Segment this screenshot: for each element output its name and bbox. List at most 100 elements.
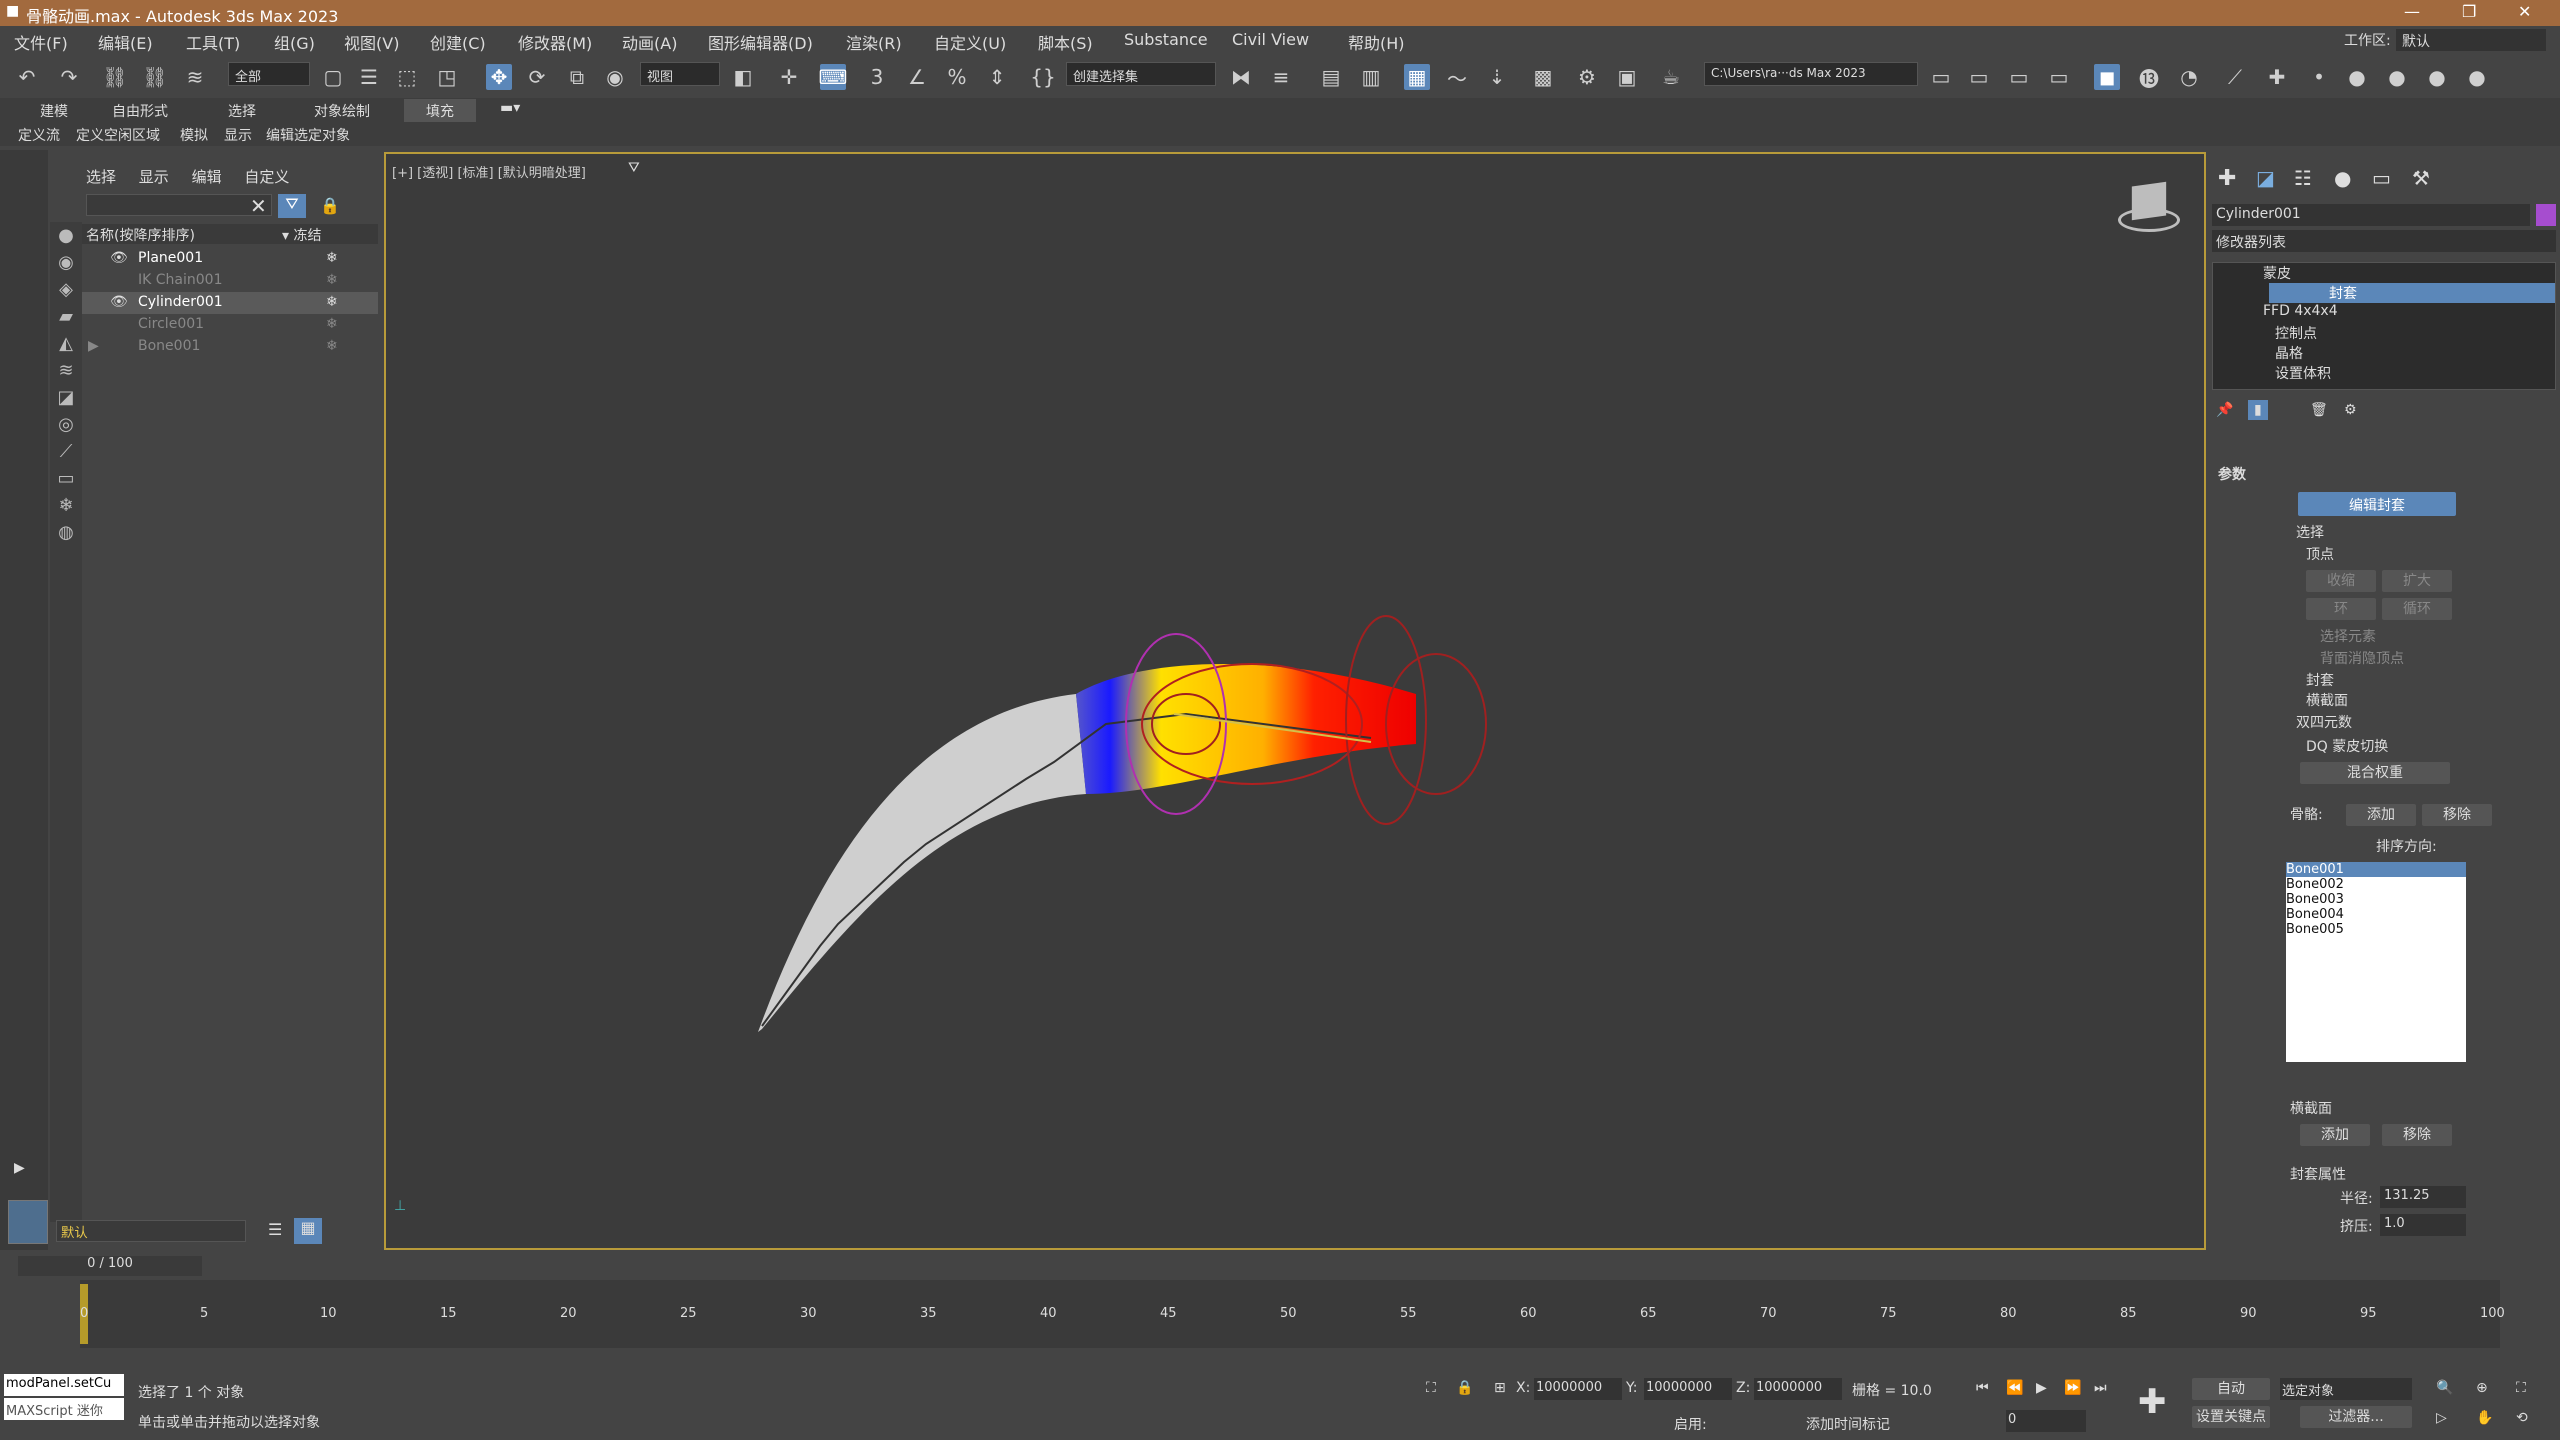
clear-search-icon[interactable]: ✕ (250, 194, 267, 218)
pan-icon[interactable]: ✋ (2476, 1410, 2493, 1426)
open-icon[interactable]: ▭ (1966, 64, 1992, 90)
sphere4-icon[interactable]: ● (2464, 64, 2490, 90)
filter-bones-icon[interactable]: ⟋ (50, 438, 82, 465)
list-item[interactable]: Bone005 (2286, 922, 2466, 937)
object-name-field[interactable]: Cylinder001 (2212, 204, 2530, 226)
key-filter-dropdown[interactable]: 选定对象 (2280, 1378, 2412, 1400)
visibility-icon[interactable]: 👁 (110, 250, 128, 266)
filter-frozen-icon[interactable]: ◍ (50, 519, 82, 546)
named-selection-dropdown[interactable]: 创建选择集 (1066, 62, 1216, 86)
list-item[interactable]: Bone003 (2286, 892, 2466, 907)
list-item[interactable]: Bone002 (2286, 877, 2466, 892)
bones-list[interactable]: Bone001 Bone002 Bone003 Bone004 Bone005 (2286, 862, 2466, 1062)
modify-tab-icon[interactable]: ◪ (2256, 166, 2275, 190)
stack-control-points[interactable]: 控制点 (2213, 323, 2555, 343)
track-bar[interactable]: 0 5 10 15 20 25 30 35 40 45 50 55 60 65 70 75 80 85 90 95 10… (80, 1280, 2505, 1348)
pivot-center-icon[interactable]: ◧ (730, 64, 756, 90)
curve-editor-icon[interactable]: 〜 (1444, 64, 1470, 91)
tool-icon[interactable]: ⟋ (2222, 64, 2248, 90)
visibility-icon[interactable]: 👁 (110, 294, 128, 310)
select-element-checkbox[interactable]: 选择元素 (2320, 626, 2376, 646)
project-path-dropdown[interactable]: C:\Users\ra···ds Max 2023 (1704, 62, 1918, 86)
select-place-icon[interactable]: ◉ (602, 64, 628, 90)
arnold-icon[interactable]: ⓭ (2136, 64, 2162, 91)
ribbon-edit-selected[interactable]: 编辑选定对象 (266, 125, 350, 145)
ribbon-options-icon[interactable]: ▬▾ (500, 100, 520, 116)
create-tab-icon[interactable]: ✚ (2218, 166, 2236, 191)
sphere-icon[interactable]: ● (2344, 64, 2370, 90)
ribbon-tab-freeform[interactable]: 自由形式 (112, 101, 168, 121)
scene-item[interactable]: Circle001 ❄ (82, 314, 378, 336)
play-icon[interactable]: ▶ (2036, 1380, 2047, 1396)
squash-input[interactable]: 1.0 (2380, 1214, 2466, 1236)
expand-arrow-icon[interactable]: ▶ (14, 1160, 25, 1176)
grow-button[interactable]: 扩大 (2382, 570, 2452, 592)
filter-shapes-icon[interactable]: ◉ (50, 249, 82, 276)
select-manipulate-icon[interactable]: ✛ (776, 64, 802, 90)
angle-snap-icon[interactable]: ∠ (904, 64, 930, 90)
workspace-dropdown[interactable]: 默认 (2396, 29, 2546, 51)
explorer-tab-select[interactable]: 选择 (86, 168, 116, 186)
set-key-button[interactable]: 设置关键点 (2192, 1406, 2270, 1428)
unlink-icon[interactable]: ⛓ (142, 64, 168, 90)
select-scale-icon[interactable]: ⧉ (564, 64, 590, 90)
blend-weights-button[interactable]: 混合权重 (2300, 762, 2450, 784)
y-coordinate-input[interactable]: 10000000 (1644, 1378, 1732, 1400)
envelopes-checkbox[interactable]: 封套 (2306, 670, 2334, 690)
bind-spacewarp-icon[interactable]: ≋ (182, 64, 208, 90)
shrink-button[interactable]: 收缩 (2306, 570, 2376, 592)
percent-snap-icon[interactable]: % (944, 64, 970, 90)
menu-file[interactable]: 文件(F) (14, 30, 68, 54)
ribbon-display[interactable]: 显示 (224, 125, 252, 145)
loop-button[interactable]: 循环 (2382, 598, 2452, 620)
sphere2-icon[interactable]: ● (2384, 64, 2410, 90)
menu-tools[interactable]: 工具(T) (186, 30, 240, 54)
key-filters-button[interactable]: 过滤器... (2300, 1406, 2412, 1428)
edit-envelopes-button[interactable]: 编辑封套 (2298, 492, 2456, 516)
select-move-icon[interactable]: ✥ (486, 64, 512, 90)
filter-xrefs-icon[interactable]: ◎ (50, 411, 82, 438)
next-frame-icon[interactable]: ⏩ (2064, 1380, 2081, 1396)
freeze-icon[interactable]: ❄ (326, 250, 338, 266)
vertices-checkbox[interactable]: 顶点 (2306, 544, 2334, 564)
modifier-list-dropdown[interactable]: 修改器列表 (2212, 230, 2556, 252)
material-editor-icon[interactable]: ▩ (1530, 64, 1556, 90)
ribbon-tab-modeling[interactable]: 建模 (40, 101, 68, 121)
menu-graph-editors[interactable]: 图形编辑器(D) (708, 30, 813, 54)
schematic-view-icon[interactable]: ⇣ (1484, 64, 1510, 90)
rect-selection-icon[interactable]: ⬚ (394, 64, 420, 90)
menu-create[interactable]: 创建(C) (430, 30, 486, 54)
absolute-mode-icon[interactable]: ⊞ (1494, 1380, 1506, 1396)
display-tab-icon[interactable]: ▭ (2372, 166, 2391, 190)
filter-icon[interactable]: ⛛ (278, 194, 306, 218)
column-frozen[interactable]: ▾ 冻结 (282, 225, 321, 245)
ribbon-define-flows[interactable]: 定义流 (18, 125, 60, 145)
menu-edit[interactable]: 编辑(E) (98, 30, 153, 54)
selection-filter-dropdown[interactable]: 全部 (228, 62, 310, 86)
add-bone-button[interactable]: 添加 (2346, 804, 2416, 826)
app-icon[interactable]: ■ (6, 3, 19, 19)
x-coordinate-input[interactable]: 10000000 (1534, 1378, 1622, 1400)
viewport-perspective[interactable]: [+] [透视] [标准] [默认明暗处理] ⛛ ⊥ (384, 152, 2206, 1250)
select-object-icon[interactable]: ▢ (320, 64, 346, 90)
hierarchy-tab-icon[interactable]: ☷ (2294, 166, 2312, 190)
link-icon[interactable]: ⛓ (102, 64, 128, 90)
add-cross-section-button[interactable]: 添加 (2300, 1124, 2370, 1146)
spinner-snap-icon[interactable]: ⇕ (984, 64, 1010, 90)
z-coordinate-input[interactable]: 10000000 (1754, 1378, 1842, 1400)
cross-sections-checkbox[interactable]: 横截面 (2306, 690, 2348, 710)
remove-modifier-icon[interactable]: 🗑 (2310, 402, 2328, 418)
maximize-button[interactable]: ❐ (2462, 2, 2476, 21)
window-crossing-icon[interactable]: ◳ (434, 64, 460, 90)
render-icon[interactable]: ☕ (1658, 64, 1684, 90)
scene-item[interactable]: ▶ Bone001 ❄ (82, 336, 378, 358)
isolate-icon[interactable]: ⛶ (1426, 1380, 1436, 1396)
goto-end-icon[interactable]: ⏭ (2094, 1380, 2107, 1396)
time-slider[interactable]: 0 / 100 (18, 1256, 202, 1276)
undo-icon[interactable]: ↶ (14, 64, 40, 90)
menu-group[interactable]: 组(G) (274, 30, 315, 54)
dot-icon[interactable]: • (2306, 64, 2332, 90)
ribbon-tab-selection[interactable]: 选择 (228, 101, 256, 121)
filter-particles-icon[interactable]: ❄ (50, 492, 82, 519)
zoom-icon[interactable]: 🔍 (2436, 1380, 2453, 1396)
